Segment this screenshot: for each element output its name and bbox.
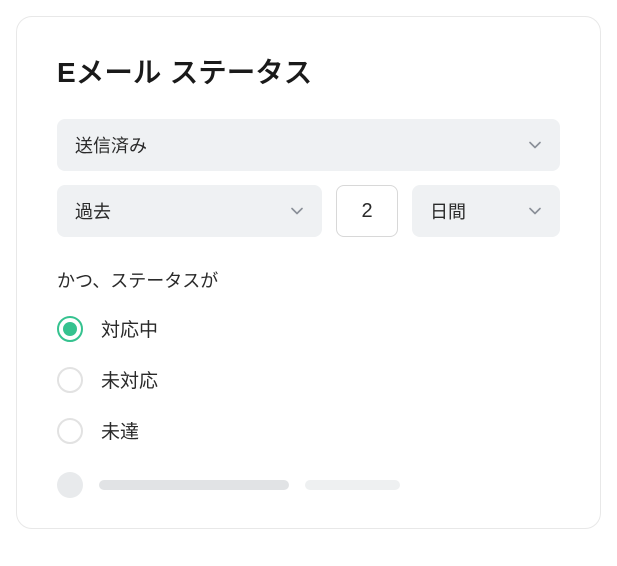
status-select-row: 送信済み <box>57 119 560 171</box>
chevron-down-icon <box>528 138 542 152</box>
radio-label: 未達 <box>101 417 139 444</box>
number-input[interactable]: 2 <box>336 185 398 237</box>
status-select-value: 送信済み <box>75 132 147 158</box>
placeholder-bar <box>305 480 400 490</box>
radio-label: 未対応 <box>101 366 158 393</box>
placeholder-bar <box>99 480 289 490</box>
radio-option-unhandled[interactable]: 未対応 <box>57 366 560 393</box>
placeholder-circle <box>57 472 83 498</box>
radio-dot <box>63 322 77 336</box>
chevron-down-icon <box>290 204 304 218</box>
number-input-value: 2 <box>361 200 372 223</box>
radio-indicator <box>57 367 83 393</box>
timing-select-value: 過去 <box>75 198 111 224</box>
status-radio-group: 対応中 未対応 未達 <box>57 315 560 444</box>
radio-indicator <box>57 316 83 342</box>
time-range-row: 過去 2 日間 <box>57 185 560 237</box>
radio-option-in-progress[interactable]: 対応中 <box>57 315 560 342</box>
status-select[interactable]: 送信済み <box>57 119 560 171</box>
email-status-card: Eメール ステータス 送信済み 過去 2 日間 かつ、ステータスが <box>16 16 601 529</box>
status-filter-label: かつ、ステータスが <box>57 267 560 293</box>
radio-label: 対応中 <box>101 315 158 342</box>
unit-select[interactable]: 日間 <box>412 185 560 237</box>
timing-select[interactable]: 過去 <box>57 185 322 237</box>
card-title: Eメール ステータス <box>57 51 560 91</box>
chevron-down-icon <box>528 204 542 218</box>
unit-select-value: 日間 <box>430 198 466 224</box>
radio-option-undelivered[interactable]: 未達 <box>57 417 560 444</box>
loading-placeholder-row <box>57 472 560 498</box>
radio-indicator <box>57 418 83 444</box>
